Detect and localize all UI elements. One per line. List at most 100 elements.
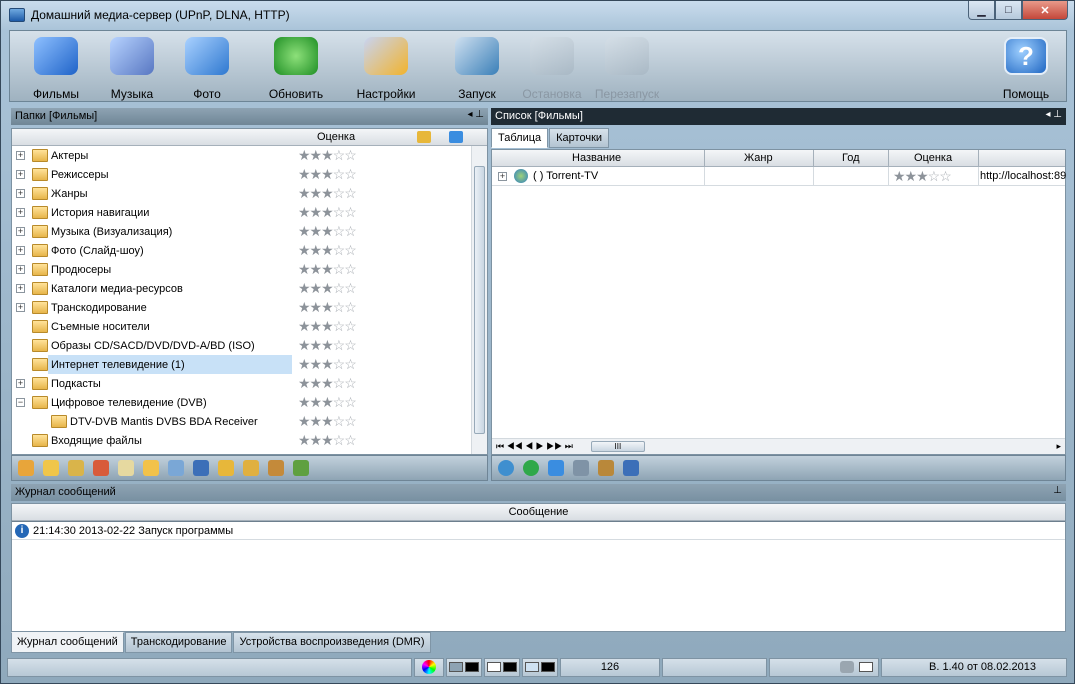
col-name[interactable]: Название (572, 152, 621, 164)
maximize-button[interactable]: □ (995, 1, 1022, 20)
tab-dmr-devices[interactable]: Устройства воспроизведения (DMR) (233, 632, 431, 653)
start-button[interactable]: Запуск (441, 35, 513, 101)
theme-swatch-1[interactable] (446, 657, 482, 677)
list-item[interactable]: i 21:14:30 2013-02-22 Запуск программы (12, 521, 1065, 540)
restart-button[interactable]: Перезапуск (591, 35, 663, 101)
sort-icon[interactable] (548, 460, 564, 476)
tree-item[interactable]: + Продюсеры ★★★☆☆ (12, 260, 487, 279)
grid-view-icon[interactable] (168, 460, 184, 476)
expand-icon[interactable]: − (16, 398, 25, 407)
log-pin-icon[interactable]: ⊥ (1053, 485, 1062, 496)
scan-folder-icon[interactable] (143, 460, 159, 476)
folder-properties-icon[interactable] (118, 460, 134, 476)
tab-log[interactable]: Журнал сообщений (11, 632, 124, 653)
rating-stars[interactable]: ★★★☆☆ (298, 280, 357, 297)
expand-icon[interactable]: + (16, 284, 25, 293)
minimize-button[interactable]: ▁ (968, 1, 995, 20)
color-wheel-icon[interactable] (414, 657, 444, 677)
rating-stars[interactable]: ★★★☆☆ (893, 168, 952, 185)
settings-button[interactable]: Настройки (350, 35, 422, 101)
folders-vscroll[interactable] (471, 146, 487, 454)
rating-stars[interactable]: ★★★☆☆ (298, 204, 357, 221)
help-button[interactable]: ? Помощь (990, 35, 1062, 101)
tree-item[interactable]: + Каталоги медиа-ресурсов ★★★☆☆ (12, 279, 487, 298)
refresh-button[interactable]: Обновить (260, 35, 332, 101)
details-icon[interactable] (573, 460, 589, 476)
films-button[interactable]: Фильмы (20, 35, 92, 101)
tree-item[interactable]: − Цифровое телевидение (DVB) ★★★☆☆ (12, 393, 487, 412)
tree-item[interactable]: Образы CD/SACD/DVD/DVD-A/BD (ISO) ★★★☆☆ (12, 336, 487, 355)
expand-icon[interactable]: + (16, 189, 25, 198)
expand-icon[interactable]: + (16, 227, 25, 236)
col-rating[interactable]: Оценка (914, 152, 952, 164)
stop-button[interactable]: Остановка (516, 35, 588, 101)
photo-button[interactable]: Фото (171, 35, 243, 101)
rating-stars[interactable]: ★★★☆☆ (298, 318, 357, 335)
rating-stars[interactable]: ★★★☆☆ (298, 375, 357, 392)
rating-stars[interactable]: ★★★☆☆ (298, 147, 357, 164)
music-button[interactable]: Музыка (96, 35, 168, 101)
sort-col-icon[interactable] (449, 131, 463, 143)
expand-icon[interactable]: + (16, 170, 25, 179)
add-folder-icon[interactable] (18, 460, 34, 476)
record-navigator[interactable]: ⏮ ◀◀ ◀ ▶ ▶▶ ⏭ (496, 441, 573, 452)
tree-item[interactable]: + Музыка (Визуализация) ★★★☆☆ (12, 222, 487, 241)
new-folder-icon[interactable] (43, 460, 59, 476)
tree-item[interactable]: + Актеры ★★★☆☆ (12, 146, 487, 165)
rating-stars[interactable]: ★★★☆☆ (298, 432, 357, 449)
palm-icon[interactable] (293, 460, 309, 476)
expand-icon[interactable]: + (16, 208, 25, 217)
export-icon[interactable] (218, 460, 234, 476)
edit-media-icon[interactable] (598, 460, 614, 476)
close-button[interactable]: ✕ (1022, 1, 1068, 20)
tree-item[interactable]: Интернет телевидение (1) ★★★☆☆ (12, 355, 487, 374)
rating-stars[interactable]: ★★★☆☆ (298, 413, 357, 430)
col-year[interactable]: Год (842, 152, 860, 164)
check-icon[interactable] (523, 460, 539, 476)
tab-transcoding[interactable]: Транскодирование (124, 632, 233, 653)
rating-stars[interactable]: ★★★☆☆ (298, 166, 357, 183)
tab-cards[interactable]: Карточки (549, 128, 610, 148)
table-row[interactable]: + ( ) Torrent-TV ★★★☆☆ http://localhost:… (492, 166, 1066, 186)
hscroll-thumb[interactable]: III (590, 441, 645, 452)
tree-item[interactable]: Съемные носители ★★★☆☆ (12, 317, 487, 336)
tree-item[interactable]: + Режиссеры ★★★☆☆ (12, 165, 487, 184)
list-pin-icon[interactable]: ◂ ⊥ (1045, 109, 1062, 120)
rating-stars[interactable]: ★★★☆☆ (298, 223, 357, 240)
col-genre[interactable]: Жанр (744, 152, 773, 164)
expand-icon[interactable]: + (16, 379, 25, 388)
rating-stars[interactable]: ★★★☆☆ (298, 261, 357, 278)
panel-pin-icon[interactable]: ◂ ⊥ (467, 109, 484, 120)
list-hscroll[interactable]: ⏮ ◀◀ ◀ ▶ ▶▶ ⏭ III ▸ (492, 438, 1065, 454)
users-icon[interactable] (268, 460, 284, 476)
key-icon[interactable] (243, 460, 259, 476)
rating-stars[interactable]: ★★★☆☆ (298, 299, 357, 316)
tree-item[interactable]: + Транскодирование ★★★☆☆ (12, 298, 487, 317)
rating-stars[interactable]: ★★★☆☆ (298, 242, 357, 259)
delete-folder-icon[interactable] (93, 460, 109, 476)
edit-folder-icon[interactable] (68, 460, 84, 476)
expand-icon[interactable]: + (16, 303, 25, 312)
theme-swatch-3[interactable] (522, 657, 558, 677)
add-stream-icon[interactable] (498, 460, 514, 476)
rating-stars[interactable]: ★★★☆☆ (298, 185, 357, 202)
rating-stars[interactable]: ★★★☆☆ (298, 356, 357, 373)
tree-item[interactable]: + Фото (Слайд-шоу) ★★★☆☆ (12, 241, 487, 260)
rating-stars[interactable]: ★★★☆☆ (298, 337, 357, 354)
save-list-icon[interactable] (623, 460, 639, 476)
tree-item[interactable]: + История навигации ★★★☆☆ (12, 203, 487, 222)
expand-icon[interactable]: + (16, 151, 25, 160)
tab-table[interactable]: Таблица (491, 128, 549, 148)
expand-icon[interactable]: + (16, 246, 25, 255)
tree-item[interactable]: Входящие файлы ★★★☆☆ (12, 431, 487, 450)
save-icon[interactable] (193, 460, 209, 476)
expand-icon[interactable]: + (16, 265, 25, 274)
scroll-right-icon[interactable]: ▸ (1056, 441, 1061, 452)
scroll-thumb[interactable] (474, 166, 485, 434)
tree-item[interactable]: DTV-DVB Mantis DVBS BDA Receiver ★★★☆☆ (12, 412, 487, 431)
rating-stars[interactable]: ★★★☆☆ (298, 394, 357, 411)
tree-item[interactable]: + Жанры ★★★☆☆ (12, 184, 487, 203)
expand-icon[interactable]: + (498, 171, 507, 181)
theme-swatch-2[interactable] (484, 657, 520, 677)
tree-item[interactable]: + Подкасты ★★★☆☆ (12, 374, 487, 393)
